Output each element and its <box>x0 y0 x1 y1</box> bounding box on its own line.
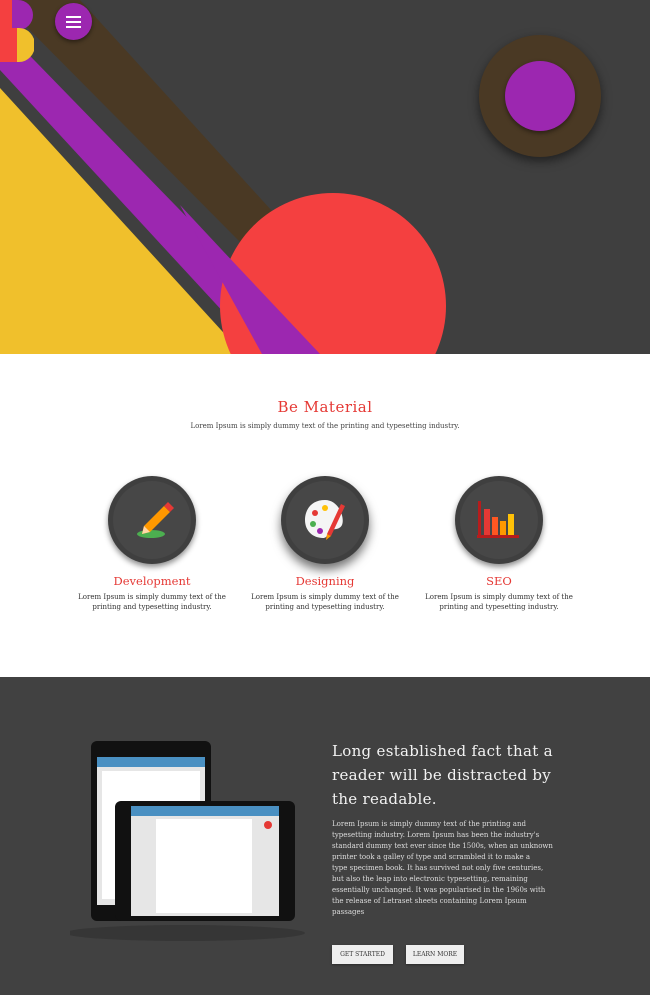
hero-banner <box>0 0 650 354</box>
logo-b[interactable] <box>0 0 34 62</box>
decorative-ring <box>479 35 601 157</box>
feature-description: Lorem Ipsum is simply dummy text of the … <box>250 592 400 612</box>
about-body-line: type specimen book. It has survived not … <box>332 864 544 872</box>
feature-development: Development Lorem Ipsum is simply dummy … <box>77 476 227 612</box>
feature-desc-line: Lorem Ipsum is simply dummy text of the <box>78 593 226 601</box>
section-title: Be Material <box>277 398 373 416</box>
about-body: Lorem Ipsum is simply dummy text of the … <box>332 819 590 918</box>
feature-desc-line: Lorem Ipsum is simply dummy text of the <box>251 593 399 601</box>
section-subtitle: Lorem Ipsum is simply dummy text of the … <box>190 422 460 430</box>
feature-icon-circle[interactable] <box>108 476 196 564</box>
tablet-devices-illustration <box>70 741 305 941</box>
feature-desc-line: Lorem Ipsum is simply dummy text of the <box>425 593 573 601</box>
about-body-line: essentially unchanged. It was popularise… <box>332 886 546 894</box>
about-section: Long established fact that a reader will… <box>0 677 650 995</box>
palette-icon <box>305 500 345 540</box>
feature-desc-line: printing and typesetting industry. <box>439 603 559 611</box>
about-heading: Long established fact that a reader will… <box>332 739 632 811</box>
menu-bar <box>66 21 81 23</box>
about-body-line: standard dummy text ever since the 1500s… <box>332 842 553 850</box>
about-body-line: printer took a galley of type and scramb… <box>332 853 531 861</box>
about-heading-line: Long established fact that a <box>332 742 553 760</box>
about-body-line: passages <box>332 908 365 916</box>
menu-bar <box>66 16 81 18</box>
about-heading-line: reader will be distracted by <box>332 766 552 784</box>
about-heading-line: the readable. <box>332 790 437 808</box>
about-body-line: Lorem Ipsum is simply dummy text of the … <box>332 820 526 828</box>
yellow-triangle <box>0 88 243 354</box>
features-section: Be Material Lorem Ipsum is simply dummy … <box>0 354 650 677</box>
feature-icon-circle[interactable] <box>281 476 369 564</box>
decorative-ring-center <box>505 61 575 131</box>
feature-icon-circle[interactable] <box>455 476 543 564</box>
about-body-line: the release of Letraset sheets containin… <box>332 897 527 905</box>
feature-title: Designing <box>295 574 355 588</box>
pencil-icon <box>137 502 174 538</box>
feature-title: SEO <box>486 574 512 588</box>
learn-more-button[interactable]: LEARN MORE <box>406 945 464 964</box>
menu-bar <box>66 26 81 28</box>
bar-chart-icon <box>477 501 519 538</box>
feature-description: Lorem Ipsum is simply dummy text of the … <box>424 592 574 612</box>
feature-seo: SEO Lorem Ipsum is simply dummy text of … <box>424 476 574 612</box>
feature-description: Lorem Ipsum is simply dummy text of the … <box>77 592 227 612</box>
feature-designing: Designing Lorem Ipsum is simply dummy te… <box>250 476 400 612</box>
feature-desc-line: printing and typesetting industry. <box>265 603 385 611</box>
about-body-line: but also the leap into electronic typese… <box>332 875 528 883</box>
menu-button[interactable] <box>55 3 92 40</box>
get-started-button[interactable]: GET STARTED <box>332 945 393 964</box>
feature-desc-line: printing and typesetting industry. <box>92 603 212 611</box>
about-body-line: typesetting industry. Lorem Ipsum has be… <box>332 831 540 839</box>
feature-title: Development <box>113 574 191 588</box>
